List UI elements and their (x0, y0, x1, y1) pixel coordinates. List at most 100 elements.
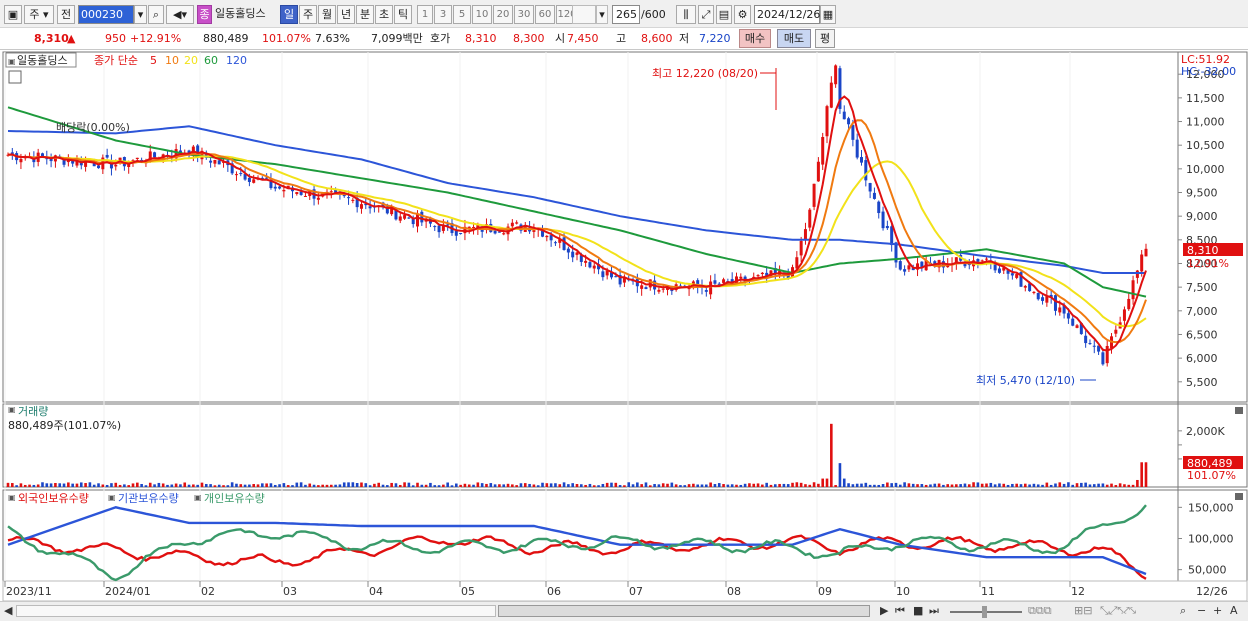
tick-button-10[interactable]: 10 (472, 5, 492, 24)
candle-body (592, 265, 596, 269)
period-tab-1[interactable]: 주 (299, 5, 317, 24)
scroll-thumb[interactable] (498, 605, 870, 617)
volume-bar (873, 484, 876, 487)
period-tab-0[interactable]: 일 (280, 5, 298, 24)
period-tab-2[interactable]: 월 (318, 5, 336, 24)
volume-bar (834, 485, 837, 487)
date-label: 2023/11 (6, 585, 52, 598)
volume-bar (101, 484, 105, 487)
window-menu-icon[interactable]: ▣ (4, 5, 22, 24)
date-label: 11 (981, 585, 995, 598)
eval-button[interactable]: 평 (815, 29, 835, 48)
period-dropdown[interactable]: 주 ▾ (24, 5, 54, 24)
chart-type-icon[interactable]: ⫼ (676, 5, 696, 24)
period-tab-4[interactable]: 분 (356, 5, 374, 24)
volume-bar (817, 483, 820, 487)
volume-bar (851, 484, 855, 487)
volume-bar (312, 484, 316, 487)
volume-bar (110, 483, 113, 487)
candle-body (316, 197, 320, 200)
unit-dropdown[interactable] (572, 5, 596, 24)
candle-body (553, 242, 557, 244)
grid-icon[interactable]: ⊞⊟ (1074, 604, 1092, 618)
volume-bar (1088, 484, 1092, 487)
plus-icon[interactable]: + (1213, 604, 1222, 618)
tick-button-1[interactable]: 1 (417, 5, 433, 24)
volume-bar (1140, 462, 1143, 487)
sell-button[interactable]: 매도 (777, 29, 811, 48)
volume-bar (541, 482, 544, 487)
volume-bar (786, 484, 790, 487)
volume-bar (261, 483, 264, 487)
tick-button-20[interactable]: 20 (493, 5, 513, 24)
speaker-icon[interactable]: ◀▾ (166, 5, 194, 24)
count-input[interactable]: 265 (612, 5, 640, 24)
volume-bar (269, 483, 273, 487)
save-icon[interactable]: ▤ (716, 5, 732, 24)
period-tab-3[interactable]: 년 (337, 5, 355, 24)
price-tick-label: 11,000 (1186, 116, 1225, 129)
search-icon[interactable]: ⌕ (148, 5, 164, 24)
period-tab-6[interactable]: 틱 (394, 5, 412, 24)
candle-body (135, 157, 139, 159)
candle-body (454, 230, 458, 236)
volume-bar (97, 483, 100, 487)
gear-icon[interactable]: ⚙ (734, 5, 751, 24)
chevron-down-icon[interactable]: ▾ (134, 5, 147, 24)
holder-tick-label: 50,000 (1188, 564, 1227, 577)
candle-body (872, 192, 876, 199)
candle-body (303, 195, 307, 197)
candle-body (97, 165, 101, 169)
date-input[interactable]: 2024/12/26 (754, 5, 820, 24)
volume-bar (976, 482, 980, 487)
candle-body (756, 275, 760, 277)
holder-close-icon (1235, 493, 1243, 500)
price-tick-label: 7,500 (1186, 281, 1218, 294)
zoom-icon[interactable]: ⌕ (1180, 604, 1186, 618)
period-tab-5[interactable]: 초 (375, 5, 393, 24)
volume-bar (894, 482, 898, 487)
candle-body (847, 118, 851, 125)
last-pct-text: 12.91% (1187, 257, 1229, 270)
candle-body (19, 158, 23, 163)
stock-chart[interactable]: 5,5006,0006,5007,0007,5008,0008,5009,000… (0, 50, 1248, 602)
volume-menu-icon: ▣ (8, 405, 16, 414)
count-total: /600 (641, 8, 666, 21)
rewind-icon[interactable]: ⏮ (895, 604, 905, 618)
candle-body (1015, 274, 1019, 278)
tick-button-30[interactable]: 30 (514, 5, 534, 24)
scroll-right-icon[interactable]: ▶ (880, 604, 888, 618)
tick-button-5[interactable]: 5 (453, 5, 471, 24)
layout-icon[interactable]: ⧉⧉⧉ (1028, 604, 1052, 618)
font-size-icon[interactable]: A (1230, 604, 1238, 618)
tick-button-60[interactable]: 60 (535, 5, 555, 24)
buy-button[interactable]: 매수 (739, 29, 771, 48)
stop-icon[interactable]: ■ (913, 604, 923, 618)
volume-bar (1041, 484, 1044, 487)
date-label: 05 (461, 585, 475, 598)
expand-icon[interactable]: ⤢ (698, 5, 714, 24)
prev-button[interactable]: 전 (57, 5, 75, 24)
volume-bar (933, 483, 937, 487)
price-tick-label: 9,500 (1186, 187, 1218, 200)
volume-bar (235, 483, 238, 487)
volume-bar (1131, 484, 1135, 487)
volume-bar (273, 484, 277, 487)
zoom-slider-handle[interactable] (982, 606, 987, 618)
calendar-icon[interactable]: ▦ (820, 5, 836, 24)
volume-bar (726, 484, 730, 487)
minus-icon[interactable]: − (1197, 604, 1206, 618)
stock-code-input[interactable]: 000230 (78, 5, 134, 24)
tick-button-3[interactable]: 3 (434, 5, 452, 24)
volume-bar (381, 484, 385, 487)
chart-scrollbar[interactable]: ◀ ▶ ⏮ ■ ⏭ ⧉⧉⧉ ⊞⊟ ⤡⤢⤣⤤⤥ ⌕ − + A (0, 601, 1248, 621)
ma-period-60: 60 (204, 54, 218, 67)
volume-bar (161, 483, 165, 487)
volume-bar (972, 482, 975, 487)
scroll-left-icon[interactable]: ◀ (4, 604, 12, 618)
fast-forward-icon[interactable]: ⏭ (929, 604, 939, 618)
candle-body (1058, 307, 1062, 313)
draw-tools-icon[interactable]: ⤡⤢⤣⤤⤥ (1100, 604, 1136, 618)
scroll-track[interactable] (16, 605, 496, 617)
chevron-down-icon[interactable]: ▾ (596, 5, 608, 24)
